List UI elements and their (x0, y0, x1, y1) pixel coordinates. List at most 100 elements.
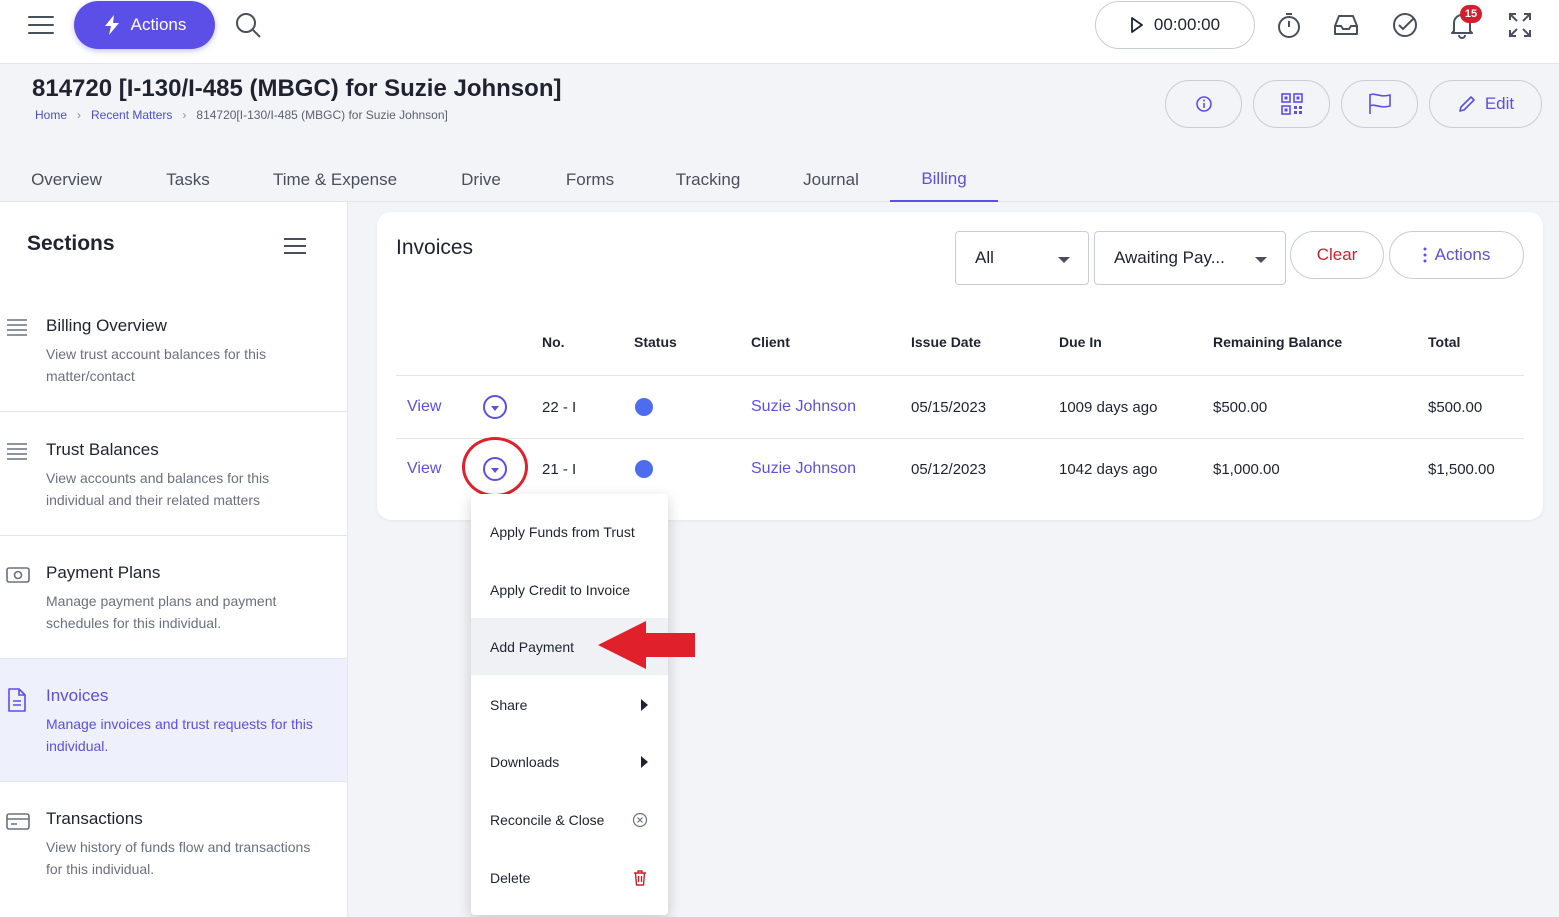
flag-icon (1368, 93, 1391, 114)
caret-down-icon (1255, 257, 1267, 263)
page-title: 814720 [I-130/I-485 (MBGC) for Suzie Joh… (32, 75, 562, 102)
actions-button[interactable]: Actions (74, 1, 215, 49)
sidebar-item-desc: Manage payment plans and payment schedul… (46, 593, 277, 631)
sidebar-item-payment-plans[interactable]: Payment Plans Manage payment plans and p… (0, 536, 347, 659)
info-icon (1195, 96, 1212, 112)
invoices-actions-button[interactable]: Actions (1389, 231, 1524, 279)
view-invoice-link[interactable]: View (407, 460, 441, 478)
matter-header: 814720 [I-130/I-485 (MBGC) for Suzie Joh… (0, 65, 1559, 202)
stopwatch-icon[interactable] (1276, 11, 1302, 39)
menu-item-label: Share (490, 696, 528, 713)
document-icon (8, 688, 26, 712)
search-icon[interactable] (234, 11, 262, 39)
client-link[interactable]: Suzie Johnson (751, 460, 856, 478)
table-divider (396, 375, 1524, 376)
menu-item-label: Delete (490, 869, 531, 886)
tab-drive[interactable]: Drive (440, 157, 522, 202)
submenu-arrow-icon (641, 698, 648, 711)
sidebar-item-title: Invoices (46, 686, 109, 705)
sidebar-item-title: Trust Balances (46, 440, 159, 459)
sidebar-title: Sections (27, 232, 115, 255)
issue-date: 05/12/2023 (911, 461, 987, 478)
menu-item-downloads[interactable]: Downloads (471, 733, 668, 790)
invoice-type-select[interactable]: All (955, 231, 1089, 285)
edit-button-label: Edit (1484, 94, 1515, 113)
tab-billing[interactable]: Billing (890, 157, 998, 202)
sidebar-item-desc: View trust account balances for this mat… (46, 346, 266, 384)
breadcrumb-home[interactable]: Home (35, 108, 67, 122)
invoices-actions-label: Actions (1434, 245, 1491, 264)
banknote-icon (6, 567, 30, 583)
tab-forms[interactable]: Forms (545, 157, 635, 202)
tab-journal[interactable]: Journal (782, 157, 880, 202)
sidebar-item-desc: View accounts and balances for this indi… (46, 470, 270, 508)
submenu-arrow-icon (641, 755, 648, 768)
close-circle-icon (632, 812, 648, 827)
column-header-due-in[interactable]: Due In (1059, 334, 1102, 350)
sidebar-item-trust-balances[interactable]: Trust Balances View accounts and balance… (0, 413, 347, 536)
breadcrumb: Home › Recent Matters › 814720[I-130/I-4… (35, 108, 448, 122)
menu-item-delete[interactable]: Delete (471, 849, 668, 906)
trash-icon (634, 869, 646, 886)
column-header-issue-date[interactable]: Issue Date (911, 334, 981, 350)
invoices-title: Invoices (396, 236, 474, 259)
status-indicator (635, 460, 653, 478)
column-header-status[interactable]: Status (634, 334, 677, 350)
menu-item-reconcile-close[interactable]: Reconcile & Close (471, 791, 668, 848)
invoice-number: 22 - I (542, 399, 577, 416)
flag-button[interactable] (1341, 80, 1418, 128)
sidebar-item-title: Payment Plans (46, 563, 161, 582)
qr-code-icon (1280, 93, 1303, 115)
clear-filters-button[interactable]: Clear (1290, 231, 1384, 279)
caret-down-icon (1058, 257, 1070, 263)
client-link[interactable]: Suzie Johnson (751, 398, 856, 416)
list-icon (7, 319, 27, 336)
menu-item-share[interactable]: Share (471, 676, 668, 733)
sidebar-menu-icon[interactable] (284, 238, 306, 259)
timer-value: 00:00:00 (1153, 15, 1221, 34)
inbox-icon[interactable] (1332, 11, 1360, 39)
edit-button[interactable]: Edit (1429, 80, 1542, 128)
tab-tracking[interactable]: Tracking (656, 157, 760, 202)
sidebar-item-invoices[interactable]: Invoices Manage invoices and trust reque… (0, 659, 347, 782)
sidebar-item-desc: View history of funds flow and transacti… (46, 839, 311, 877)
breadcrumb-current: 814720[I-130/I-485 (MBGC) for Suzie John… (196, 108, 448, 122)
column-header-client[interactable]: Client (751, 334, 790, 350)
menu-item-label: Downloads (490, 753, 560, 770)
invoice-row-menu: Apply Funds from Trust Apply Credit to I… (471, 494, 668, 915)
tab-overview[interactable]: Overview (0, 157, 133, 202)
check-circle-icon[interactable] (1391, 11, 1419, 39)
timer-button[interactable]: 00:00:00 (1095, 1, 1255, 49)
chevron-right-icon: › (182, 108, 187, 122)
pencil-icon (1459, 96, 1475, 112)
invoice-number: 21 - I (542, 461, 577, 478)
menu-item-apply-credit-to-invoice[interactable]: Apply Credit to Invoice (471, 561, 668, 618)
main-menu-icon[interactable] (28, 16, 54, 36)
total: $500.00 (1428, 399, 1483, 416)
menu-item-apply-funds-from-trust[interactable]: Apply Funds from Trust (471, 503, 668, 560)
annotation-arrow-icon (598, 621, 695, 669)
view-invoice-link[interactable]: View (407, 398, 441, 416)
breadcrumb-recent-matters[interactable]: Recent Matters (91, 108, 172, 122)
column-header-no[interactable]: No. (542, 334, 565, 350)
fullscreen-icon[interactable] (1507, 11, 1533, 39)
info-button[interactable] (1165, 80, 1242, 128)
actions-button-label: Actions (130, 15, 187, 34)
column-header-total[interactable]: Total (1428, 334, 1460, 350)
total: $1,500.00 (1428, 461, 1495, 478)
column-header-remaining-balance[interactable]: Remaining Balance (1213, 334, 1342, 350)
sidebar-item-transactions[interactable]: Transactions View history of funds flow … (0, 782, 347, 905)
row-menu-toggle[interactable] (483, 395, 507, 419)
list-icon (7, 443, 27, 460)
play-icon (1131, 17, 1143, 33)
sidebar-item-billing-overview[interactable]: Billing Overview View trust account bala… (0, 289, 347, 412)
due-in: 1042 days ago (1059, 461, 1158, 478)
tab-tasks[interactable]: Tasks (144, 157, 232, 202)
due-in: 1009 days ago (1059, 399, 1158, 416)
tab-time-expense[interactable]: Time & Expense (250, 157, 420, 202)
remaining-balance: $500.00 (1213, 399, 1268, 416)
invoice-status-select[interactable]: Awaiting Pay... (1094, 231, 1286, 285)
lightning-icon (104, 15, 119, 35)
qr-code-button[interactable] (1253, 80, 1330, 128)
sidebar-item-title: Billing Overview (46, 316, 167, 335)
